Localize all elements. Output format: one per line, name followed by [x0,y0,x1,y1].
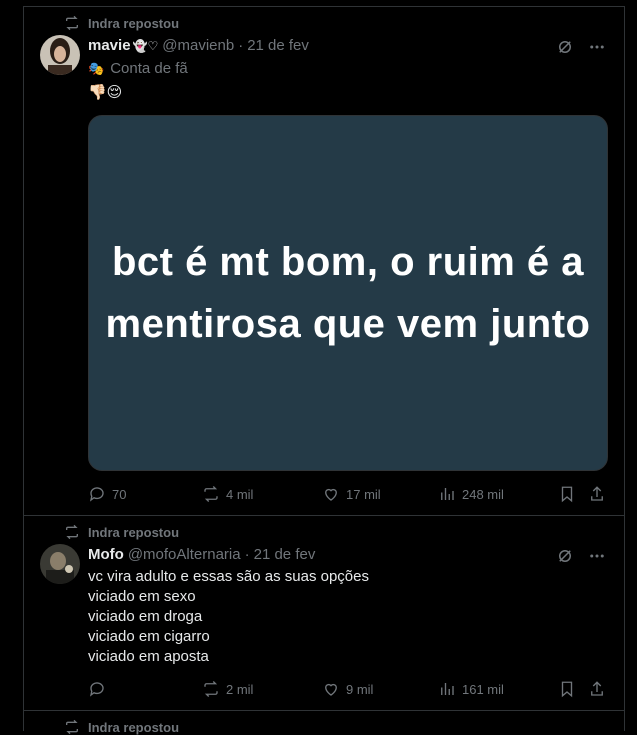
fan-account-icon: 🎭 [88,60,105,76]
user-handle[interactable]: @mofoAlternaria [128,546,241,563]
share-icon [591,486,603,501]
action-bar: 70 4 mil 17 mil 248 mil [88,485,608,505]
repost-label: Indra repostou [88,15,180,31]
display-name[interactable]: mavie [88,37,131,54]
avatar-image [40,544,80,584]
text-line: viciado em aposta [88,648,209,665]
text-line: viciado em droga [88,608,203,625]
share-icon [591,681,603,696]
reply-icon [89,682,104,697]
views-button[interactable]: 248 mil [438,485,504,503]
post-date[interactable]: 21 de fev [247,37,309,54]
post-media[interactable]: bct é mt bom, o ruim é a mentirosa que v… [88,115,608,471]
bookmark-icon [561,681,573,698]
repost-icon [66,15,78,31]
post-date[interactable]: 21 de fev [254,546,316,563]
avatar[interactable] [40,544,80,584]
repost-count: 2 mil [226,681,254,697]
like-button[interactable]: 9 mil [322,680,373,698]
timeline-column: Indra repostou mavie 👻♡ @mavienb · 21 de… [23,6,625,735]
grok-icon[interactable] [556,38,574,56]
views-icon [441,683,454,695]
post-mavie[interactable]: Indra repostou mavie 👻♡ @mavienb · 21 de… [24,7,624,516]
text-line: viciado em cigarro [88,628,210,645]
heart-icon [325,488,337,501]
share-button[interactable] [588,485,606,503]
post-partial[interactable]: Indra repostou [24,711,624,735]
more-icon[interactable] [588,547,606,565]
like-count: 9 mil [346,681,374,697]
post-top-actions [556,547,606,565]
views-icon [441,488,454,500]
more-icon[interactable] [588,38,606,56]
action-bar: 2 mil 9 mil 161 mil [88,680,608,700]
display-name[interactable]: Mofo [88,546,124,563]
repost-icon [66,524,78,540]
repost-button[interactable]: 4 mil [202,485,253,503]
name-emoji: 👻♡ [132,38,159,53]
post-header: Mofo @mofoAlternaria · 21 de fev [88,546,315,563]
avatar[interactable] [40,35,80,75]
views-count: 161 mil [462,681,504,697]
media-text: bct é mt bom, o ruim é a mentirosa que v… [105,240,591,346]
repost-indicator[interactable]: Indra repostou [64,15,179,31]
fan-account-label: 🎭 Conta de fã [88,60,188,77]
reply-icon [89,487,104,502]
post-header: mavie 👻♡ @mavienb · 21 de fev [88,37,309,54]
views-button[interactable]: 161 mil [438,680,504,698]
repost-label: Indra repostou [88,524,180,540]
repost-count: 4 mil [226,486,254,502]
repost-icon [204,486,218,502]
repost-indicator[interactable]: Indra repostou [64,719,179,735]
user-handle[interactable]: @mavienb [162,37,234,54]
repost-indicator[interactable]: Indra repostou [64,524,179,540]
post-mofo[interactable]: Indra repostou Mofo @mofoAlternaria · 21… [24,516,624,711]
post-text: 👎🏻😌 [88,84,123,101]
post-text: vc vira adulto e essas são as suas opçõe… [88,567,369,667]
share-button[interactable] [588,680,606,698]
avatar-image [40,35,80,75]
like-button[interactable]: 17 mil [322,485,381,503]
reply-button[interactable] [88,680,106,698]
fan-account-text: Conta de fã [110,60,188,77]
like-count: 17 mil [346,486,381,502]
reply-count: 70 [112,486,127,502]
repost-label: Indra repostou [88,719,180,735]
post-top-actions [556,38,606,56]
separator-dot: · [238,37,244,54]
bookmark-button[interactable] [558,485,576,503]
repost-icon [66,719,78,735]
text-line: viciado em sexo [88,588,196,605]
grok-icon[interactable] [556,547,574,565]
repost-icon [204,681,218,697]
text-line: vc vira adulto e essas são as suas opçõe… [88,568,369,585]
bookmark-icon [561,486,573,503]
bookmark-button[interactable] [558,680,576,698]
reply-button[interactable]: 70 [88,485,126,503]
separator-dot: · [244,546,250,563]
heart-icon [325,683,337,696]
repost-button[interactable]: 2 mil [202,680,253,698]
views-count: 248 mil [462,486,504,502]
